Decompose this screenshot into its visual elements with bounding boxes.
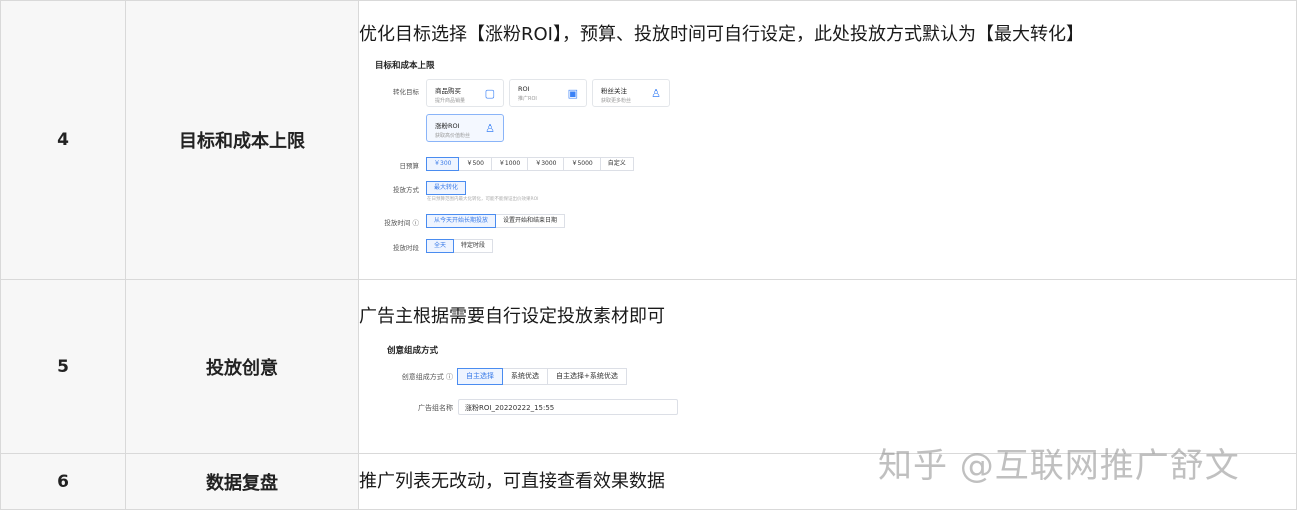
row-number: 5 [0,279,126,454]
budget-option[interactable]: ￥300 [426,157,460,171]
row-content: 广告主根据需要自行设定投放素材即可 创意组成方式 创意组成方式 ⓘ 自主选择 系… [358,279,1297,454]
time-label: 投放时间 ⓘ [384,219,419,227]
budget-option[interactable]: 自定义 [599,157,634,171]
method-hint: 在日预算范围内最大化转化，可能不能保证出价效果ROI [427,197,539,202]
row-title: 目标和成本上限 [125,0,359,280]
target-card-purchase[interactable]: 商品购买 提升商品销量 ▢ [426,79,504,107]
budget-option[interactable]: ￥5000 [563,157,601,171]
ad-group-name-input[interactable]: 涨粉ROI_20220222_15:55 [458,398,678,415]
user-icon: ♙ [485,122,495,135]
creative-panel: 创意组成方式 创意组成方式 ⓘ 自主选择 系统优选 自主选择+系统优选 广告组名… [385,339,705,429]
target-card-fans-roi[interactable]: 涨粉ROI 获取高价值粉丝 ♙ [426,114,504,142]
budget-options: ￥300 ￥500 ￥1000 ￥3000 ￥5000 自定义 [426,157,634,171]
time-options: 从今天开始长期投放 设置开始和结束日期 [426,214,566,228]
compose-option[interactable]: 自主选择 [457,367,503,385]
table-row: 5 投放创意 广告主根据需要自行设定投放素材即可 创意组成方式 创意组成方式 ⓘ… [0,279,1297,454]
target-card-roi[interactable]: ROI 推广ROI ▣ [509,79,587,107]
period-label: 投放时段 [393,244,419,252]
row-title: 数据复盘 [125,453,359,510]
budget-option[interactable]: ￥3000 [527,157,565,171]
budget-label: 日预算 [399,162,420,170]
steps-table: 4 目标和成本上限 优化目标选择【涨粉ROI】，预算、投放时间可自行设定，此处投… [0,0,1297,510]
compose-option[interactable]: 自主选择+系统优选 [547,367,627,385]
time-option[interactable]: 从今天开始长期投放 [426,214,497,228]
row-number: 6 [0,453,126,510]
compose-option[interactable]: 系统优选 [502,367,548,385]
period-option[interactable]: 特定时段 [453,239,494,253]
time-option[interactable]: 设置开始和结束日期 [495,214,566,228]
budget-option[interactable]: ￥500 [458,157,492,171]
row-title: 投放创意 [125,279,359,454]
cart-icon: ▢ [484,87,495,100]
row-number: 4 [0,0,126,280]
user-add-icon: ♙ [651,87,661,100]
period-option[interactable]: 全天 [426,239,455,253]
compose-label: 创意组成方式 ⓘ [401,372,453,381]
watermark: 知乎 @互联网推广舒文 [878,446,1240,486]
panel-section-title: 目标和成本上限 [375,61,435,71]
compose-options: 自主选择 系统优选 自主选择+系统优选 [457,367,627,385]
target-card-follow[interactable]: 粉丝关注 获取更多粉丝 ♙ [592,79,670,107]
row-description: 优化目标选择【涨粉ROI】，预算、投放时间可自行设定，此处投放方式默认为【最大转… [359,24,1084,45]
panel-section-title: 创意组成方式 [387,345,439,356]
calendar-icon: ▣ [567,87,578,100]
method-option[interactable]: 最大转化 [426,181,467,195]
target-label: 转化目标 [393,88,419,96]
period-options: 全天 特定时段 [426,239,494,253]
budget-option[interactable]: ￥1000 [490,157,529,171]
name-label: 广告组名称 [418,403,453,412]
row-content: 优化目标选择【涨粉ROI】，预算、投放时间可自行设定，此处投放方式默认为【最大转… [358,0,1297,280]
row-description: 广告主根据需要自行设定投放素材即可 [359,305,665,327]
target-cost-panel: 目标和成本上限 转化目标 商品购买 提升商品销量 ▢ ROI 推广ROI ▣ 粉… [373,57,693,257]
method-options: 最大转化 [426,181,467,195]
table-row: 4 目标和成本上限 优化目标选择【涨粉ROI】，预算、投放时间可自行设定，此处投… [0,0,1297,280]
method-label: 投放方式 [393,186,419,194]
